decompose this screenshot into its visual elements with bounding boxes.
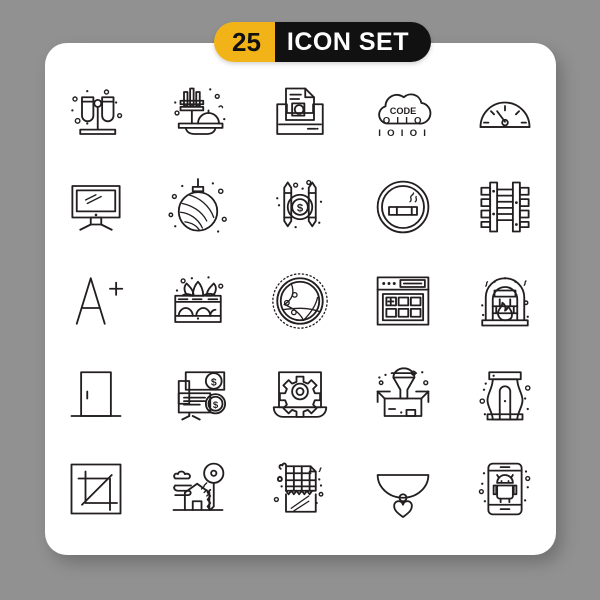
crop-tool-icon [70,463,122,515]
cloud-code-icon: CODE O I I O I O I O I [377,93,432,139]
icon-cell-fireplace[interactable] [454,254,556,348]
icon-count: 25 [214,22,275,62]
globe-network-icon [272,273,329,329]
icon-cell-a-plus-grade[interactable] [45,254,147,348]
door-icon [70,371,122,417]
banknote-dollar-symbol-1: $ [211,376,217,388]
cloud-code-word: CODE [389,106,416,116]
icon-cell-money-pencils-coin[interactable]: $ [249,160,351,254]
flower-planter-box-icon [174,276,224,323]
computer-monitor-icon [71,185,121,231]
icon-cell-smoking-area[interactable] [352,160,454,254]
money-pencils-coin-icon: $ [276,179,323,229]
chocolate-bar-icon [274,462,324,513]
icon-cell-cloud-code[interactable]: CODE O I I O I O I O I [352,66,454,160]
browser-app-grid-icon [376,276,429,326]
icon-cell-railway-track[interactable] [454,160,556,254]
smoking-area-icon [376,180,429,234]
icon-cell-pencil-sharpener[interactable] [454,348,556,442]
icon-cell-funnel-box[interactable] [352,348,454,442]
cloud-code-line1: O I I O [382,116,423,127]
christmas-bauble-icon [168,178,228,233]
icon-cell-heart-necklace[interactable] [352,442,454,536]
icon-cell-globe-network[interactable] [249,254,351,348]
icon-cell-door[interactable] [45,348,147,442]
cloud-code-line2: I O I O I [378,128,427,139]
icon-set-title: ICON SET [274,22,431,62]
a-plus-grade-icon [75,277,124,325]
document-folder-icon [276,87,325,135]
icon-cell-flower-planter[interactable] [147,254,249,348]
heart-necklace-icon [376,474,429,518]
pencil-sharpener-icon [479,371,531,421]
railway-track-icon [480,181,530,233]
icon-cell-christmas-bauble[interactable] [147,160,249,254]
icon-cell-food-dish[interactable] [147,66,249,160]
icon-cell-browser-app-grid[interactable] [352,254,454,348]
icon-cell-crop-tool[interactable] [45,442,147,536]
test-tubes-stand-icon [71,89,123,135]
online-money-monitor-icon: $ $ [178,371,227,421]
food-dish-cloche-icon [174,87,226,135]
icon-cell-laptop-settings[interactable] [249,348,351,442]
screenshot-stage: 25 ICON SET CODE O I I O I O I O I $ $ $ [0,0,600,600]
icon-cell-house-key[interactable] [147,442,249,536]
icon-cell-chocolate-bar[interactable] [249,442,351,536]
icon-cell-test-tubes-stand[interactable] [45,66,147,160]
coin-dollar-symbol: $ [297,202,304,214]
icon-cell-computer-monitor[interactable] [45,160,147,254]
coin-dollar-symbol-2: $ [213,400,219,411]
laptop-settings-gear-icon [273,371,328,418]
icon-grid: CODE O I I O I O I O I $ $ $ [45,66,556,536]
house-key-icon [172,462,225,511]
icon-cell-document-folder[interactable] [249,66,351,160]
funnel-box-icon [376,367,429,417]
icon-cell-android-smartphone[interactable] [454,442,556,536]
fireplace-icon [481,277,529,327]
icon-cell-online-money-monitor[interactable]: $ $ [147,348,249,442]
android-smartphone-icon [478,462,531,516]
icon-set-badge: 25 ICON SET [214,22,431,62]
speedometer-gauge-icon [479,101,531,128]
icon-cell-speedometer[interactable] [454,66,556,160]
